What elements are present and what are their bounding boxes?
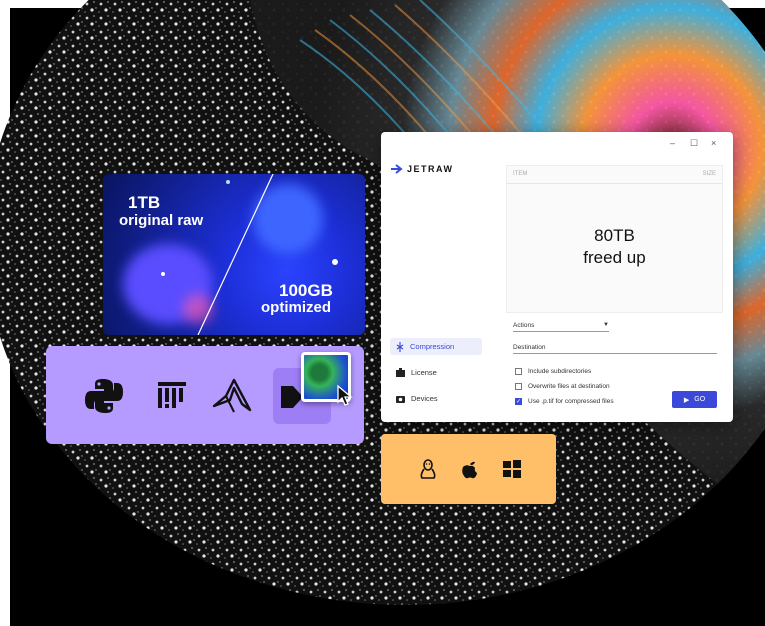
option-label: Overwrite files at destination <box>528 383 610 390</box>
compression-comparison-card: 1TB original raw 100GB optimized <box>103 174 365 335</box>
sidebar-item-license[interactable]: License <box>390 364 482 381</box>
destination-placeholder: Destination <box>513 344 546 351</box>
option-label: Include subdirectories <box>528 368 592 375</box>
linux-icon <box>420 459 436 479</box>
option-label: Use .p.tif for compressed files <box>528 398 614 405</box>
compression-icon <box>396 341 404 352</box>
sidebar-item-label: Devices <box>411 394 438 403</box>
sidebar-item-label: License <box>411 368 437 377</box>
minimize-button[interactable]: – <box>670 138 675 148</box>
sidebar-item-label: Compression <box>410 342 455 351</box>
option-use-ptif[interactable]: ✓ Use .p.tif for compressed files <box>515 398 614 405</box>
raw-size-value: 1TB <box>128 193 161 212</box>
python-icon <box>85 379 123 413</box>
checkbox[interactable] <box>515 383 522 390</box>
close-button[interactable]: × <box>711 138 716 148</box>
file-list-header: ITEM SIZE <box>507 166 722 184</box>
arrow-right-icon <box>391 164 403 174</box>
raw-size-label: original raw <box>119 212 204 229</box>
promo-stage: 1TB original raw 100GB optimized – ☐ × J… <box>0 0 765 626</box>
windows-icon <box>503 460 521 478</box>
go-button[interactable]: ▶ GO <box>672 391 717 408</box>
os-support-bar <box>381 434 556 504</box>
checkbox-checked[interactable]: ✓ <box>515 398 522 405</box>
sidebar-item-devices[interactable]: Devices <box>390 390 482 407</box>
checkbox[interactable] <box>515 368 522 375</box>
license-icon <box>396 368 405 377</box>
option-overwrite-files[interactable]: Overwrite files at destination <box>515 383 610 390</box>
freed-amount: 80TB <box>594 226 635 245</box>
chevron-down-icon: ▼ <box>603 322 609 328</box>
column-header-item: ITEM <box>513 171 528 177</box>
maximize-button[interactable]: ☐ <box>690 138 698 149</box>
matlab-icon <box>212 378 252 413</box>
camera-icon <box>396 396 405 403</box>
optimized-size-label: optimized <box>261 299 331 316</box>
destination-field[interactable]: Destination <box>513 344 717 354</box>
brand-name: JETRAW <box>407 164 454 174</box>
play-icon: ▶ <box>683 396 690 404</box>
fiji-icon <box>158 382 186 408</box>
column-header-size: SIZE <box>702 171 716 177</box>
file-list-panel[interactable]: ITEM SIZE 80TB freed up <box>506 165 723 313</box>
option-include-subdirectories[interactable]: Include subdirectories <box>515 368 591 375</box>
optimized-size-value: 100GB <box>279 281 333 300</box>
jetraw-app-window: – ☐ × JETRAW Compression License Devices… <box>381 132 733 422</box>
apple-icon <box>462 461 477 479</box>
integrations-bar <box>46 346 364 444</box>
actions-label: Actions <box>513 322 535 329</box>
app-logo: JETRAW <box>391 164 454 174</box>
go-label: GO <box>694 396 706 403</box>
sidebar-item-compression[interactable]: Compression <box>390 338 482 355</box>
freed-label: freed up <box>583 248 646 267</box>
actions-dropdown[interactable]: Actions ▼ <box>513 322 609 332</box>
mouse-cursor-icon <box>337 384 353 406</box>
